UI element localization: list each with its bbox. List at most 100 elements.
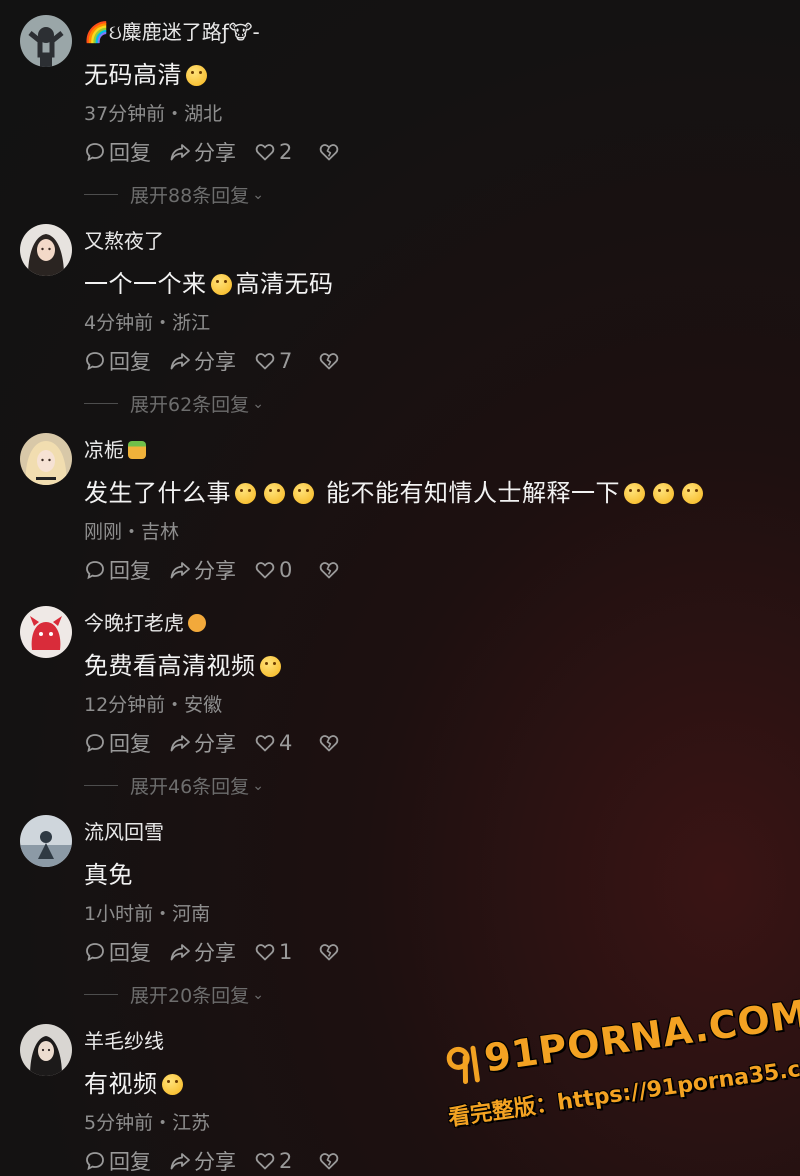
dislike-button[interactable]: [318, 559, 340, 581]
username[interactable]: 羊毛纱线: [84, 1025, 164, 1054]
heart-outline-icon: [255, 353, 275, 370]
share-arrow-icon: [170, 144, 190, 161]
dislike-button[interactable]: [318, 141, 340, 163]
cat-face-emoji-icon: [186, 65, 207, 86]
like-count: 2: [279, 140, 293, 164]
comment-meta: 37分钟前・湖北: [84, 103, 223, 125]
comment-actions: 回复 分享 2: [84, 138, 358, 166]
share-button[interactable]: 分享: [169, 937, 236, 967]
comment-actions: 回复 分享 2: [84, 1147, 358, 1175]
reply-button[interactable]: 回复: [84, 555, 151, 585]
broken-heart-icon: [320, 144, 339, 161]
avatar[interactable]: [20, 815, 72, 867]
reply-button[interactable]: 回复: [84, 937, 151, 967]
share-button[interactable]: 分享: [169, 555, 236, 585]
comment-list: 🌈ઇ麋鹿迷了路ƒ🐮- 无码高清 37分钟前・湖北 回复 分享 2 展开88条回复…: [0, 0, 800, 1176]
share-arrow-icon: [170, 944, 190, 961]
comment-text: 免费看高清视频: [84, 646, 285, 681]
share-arrow-icon: [170, 353, 190, 370]
shh-emoji-icon: [264, 483, 285, 504]
comment-meta: 5分钟前・江苏: [84, 1112, 211, 1134]
comment-meta: 4分钟前・浙江: [84, 312, 211, 334]
comment-text: 无码高清: [84, 55, 211, 90]
drink-icon: [128, 441, 146, 459]
chevron-down-icon: ⌄: [252, 986, 264, 1003]
username-text: 凉栀: [84, 438, 124, 462]
expand-replies-label: 展开88条回复: [130, 185, 250, 207]
share-button[interactable]: 分享: [169, 137, 236, 167]
like-button[interactable]: 2: [254, 1149, 292, 1173]
comment-bubble-icon: [86, 143, 104, 162]
expand-replies-label: 展开20条回复: [130, 985, 250, 1007]
reply-label: 回复: [109, 941, 151, 965]
expand-replies-button[interactable]: 展开62条回复 ⌄: [84, 390, 264, 417]
reply-label: 回复: [109, 559, 151, 583]
broken-heart-icon: [320, 735, 339, 752]
username[interactable]: 今晚打老虎: [84, 607, 206, 636]
avatar[interactable]: [20, 433, 72, 485]
heart-outline-icon: [255, 1153, 275, 1170]
comment-text-part: 免费看高清视频: [84, 652, 256, 680]
avatar[interactable]: [20, 1024, 72, 1076]
reply-label: 回复: [109, 732, 151, 756]
avatar[interactable]: [20, 606, 72, 658]
share-button[interactable]: 分享: [169, 728, 236, 758]
expand-replies-button[interactable]: 展开46条回复 ⌄: [84, 772, 264, 799]
shh-emoji-icon: [293, 483, 314, 504]
comment-bubble-icon: [86, 561, 104, 580]
watermark: 91PORNA.COM 看完整版：https://91porna35.com: [430, 979, 800, 1159]
dislike-button[interactable]: [318, 350, 340, 372]
dislike-button[interactable]: [318, 732, 340, 754]
like-button[interactable]: 2: [254, 140, 292, 164]
like-button[interactable]: 0: [254, 558, 292, 582]
comment-bubble-icon: [86, 352, 104, 371]
username[interactable]: 凉栀: [84, 434, 146, 463]
comment-bubble-icon: [86, 943, 104, 962]
shh-emoji-icon: [682, 483, 703, 504]
username[interactable]: 又熬夜了: [84, 225, 164, 254]
comment-meta: 1小时前・河南: [84, 903, 211, 925]
share-button[interactable]: 分享: [169, 1146, 236, 1176]
dislike-button[interactable]: [318, 941, 340, 963]
like-button[interactable]: 7: [254, 349, 292, 373]
chevron-down-icon: ⌄: [252, 186, 264, 203]
expand-replies-button[interactable]: 展开20条回复 ⌄: [84, 981, 264, 1008]
divider-line: [84, 994, 118, 995]
like-button[interactable]: 1: [254, 940, 292, 964]
reply-button[interactable]: 回复: [84, 137, 151, 167]
username[interactable]: 🌈ઇ麋鹿迷了路ƒ🐮-: [84, 16, 260, 45]
reply-button[interactable]: 回复: [84, 346, 151, 376]
dislike-button[interactable]: [318, 1150, 340, 1172]
username[interactable]: 流风回雪: [84, 816, 164, 845]
expand-replies-label: 展开46条回复: [130, 776, 250, 798]
comment-bubble-icon: [86, 734, 104, 753]
like-count: 1: [279, 940, 293, 964]
share-arrow-icon: [170, 1153, 190, 1170]
shh-emoji-icon: [235, 483, 256, 504]
broken-heart-icon: [320, 1153, 339, 1170]
reply-button[interactable]: 回复: [84, 1146, 151, 1176]
comment-text-part: 高清无码: [235, 270, 334, 298]
comment-text-part: 有视频: [84, 1070, 158, 1098]
comment-text: 发生了什么事 能不能有知情人士解释一下: [84, 473, 707, 508]
share-button[interactable]: 分享: [169, 346, 236, 376]
reply-button[interactable]: 回复: [84, 728, 151, 758]
watermark-logo-icon: [446, 1045, 480, 1085]
comment-text-part: 无码高清: [84, 61, 182, 89]
expand-replies-label: 展开62条回复: [130, 394, 250, 416]
divider-line: [84, 403, 118, 404]
username-text: 今晚打老虎: [84, 611, 184, 635]
comment-meta: 刚刚・吉林: [84, 521, 180, 543]
smile-emoji-icon: [210, 274, 232, 295]
comment-actions: 回复 分享 1: [84, 938, 358, 966]
shh-emoji-icon: [624, 483, 645, 504]
avatar[interactable]: [20, 15, 72, 67]
expand-replies-button[interactable]: 展开88条回复 ⌄: [84, 181, 264, 208]
comment-actions: 回复 分享 7: [84, 347, 358, 375]
like-button[interactable]: 4: [254, 731, 292, 755]
avatar[interactable]: [20, 224, 72, 276]
shh-emoji-icon: [653, 483, 674, 504]
like-count: 7: [279, 349, 293, 373]
reply-label: 回复: [109, 1150, 151, 1174]
comment-text: 真免: [84, 855, 133, 890]
